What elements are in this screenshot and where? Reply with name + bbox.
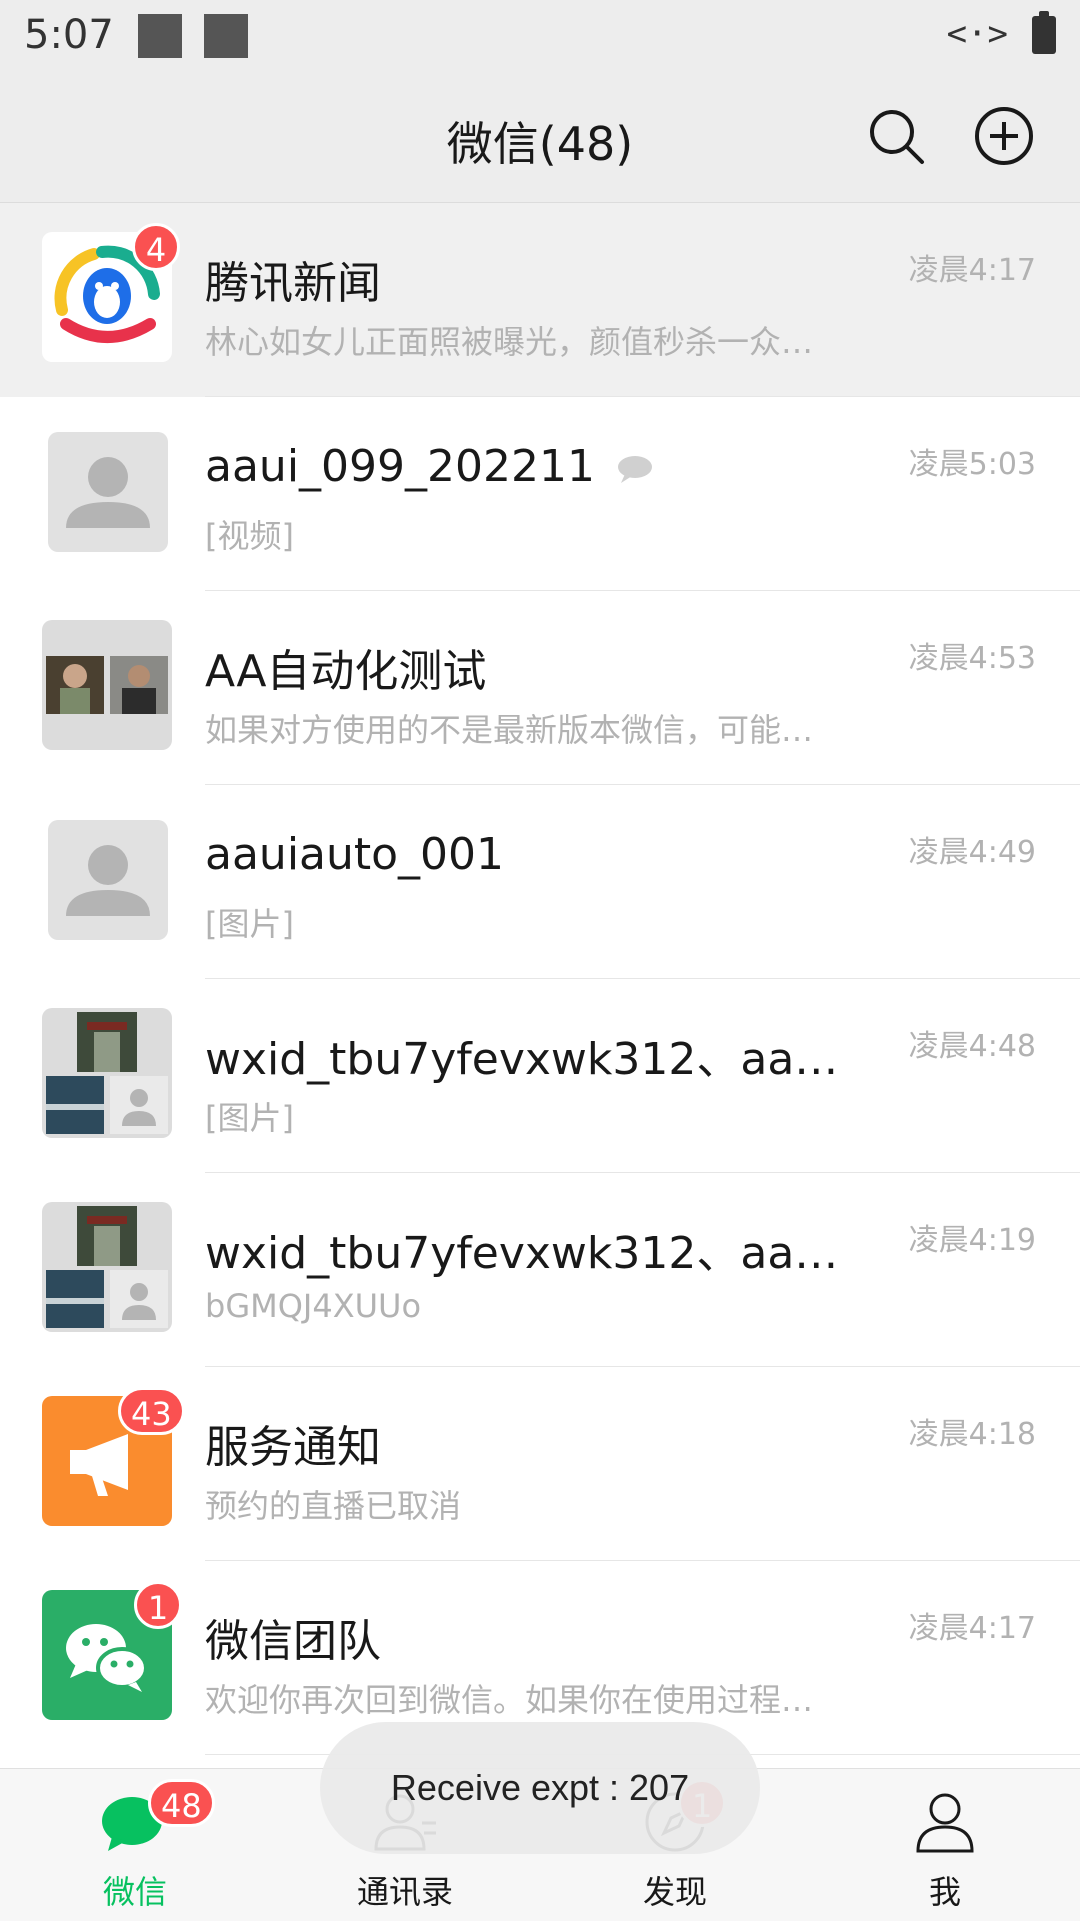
chat-preview: [视频] xyxy=(205,517,294,555)
search-icon[interactable] xyxy=(864,104,928,168)
chat-name: wxid_tbu7yfevxwk312、aauia… xyxy=(205,1228,855,1279)
chat-time: 凌晨4:48 xyxy=(908,1029,1036,1064)
chat-time: 凌晨4:53 xyxy=(908,641,1036,676)
unread-badge: 48 xyxy=(148,1779,215,1827)
chat-preview: 林心如女儿正面照被曝光，颜值秒杀一众… xyxy=(205,323,814,361)
chat-name-text: aaui_099_202211 xyxy=(205,441,595,492)
unread-badge: 43 xyxy=(118,1387,185,1435)
chat-item[interactable]: aauiauto_001 [图片] 凌晨4:49 xyxy=(0,785,1080,979)
chat-preview: 预约的直播已取消 xyxy=(205,1487,462,1525)
chat-time: 凌晨4:18 xyxy=(908,1417,1036,1452)
chat-time: 凌晨4:17 xyxy=(908,253,1036,288)
unread-badge: 1 xyxy=(134,1581,182,1629)
title-bar: 微信(48) xyxy=(0,72,1080,203)
default-avatar-icon xyxy=(48,820,168,940)
chat-preview: 如果对方使用的不是最新版本微信，可能… xyxy=(205,711,814,749)
muted-chat-icon xyxy=(617,456,652,483)
network-icon: <·> xyxy=(946,14,1008,54)
chat-name: AA自动化测试 xyxy=(205,646,487,697)
chat-time: 凌晨4:49 xyxy=(908,835,1036,870)
status-bar: 5:07 <·> xyxy=(0,0,1080,72)
group-avatar xyxy=(42,1008,172,1138)
chat-time: 凌晨5:03 xyxy=(908,447,1036,482)
chat-preview: [图片] xyxy=(205,1099,294,1137)
chat-time: 凌晨4:19 xyxy=(908,1223,1036,1258)
chat-item[interactable]: wxid_tbu7yfevxwk312、aauia… [图片] 凌晨4:48 xyxy=(0,979,1080,1173)
chat-item[interactable]: aaui_099_202211 [视频] 凌晨5:03 xyxy=(0,397,1080,591)
unread-badge: 4 xyxy=(132,223,180,271)
tab-label: 通讯录 xyxy=(356,1873,453,1911)
person-icon xyxy=(916,1793,974,1853)
chat-name: aauiauto_001 xyxy=(205,829,505,880)
chat-time: 凌晨4:17 xyxy=(908,1611,1036,1646)
chat-preview: [图片] xyxy=(205,905,294,943)
chat-item[interactable]: 43 服务通知 预约的直播已取消 凌晨4:18 xyxy=(0,1367,1080,1561)
plus-circle-icon[interactable] xyxy=(972,104,1036,168)
chat-name: 腾讯新闻 xyxy=(205,258,381,309)
chat-item[interactable]: 4 腾讯新闻 林心如女儿正面照被曝光，颜值秒杀一众… 凌晨4:17 xyxy=(0,203,1080,397)
group-avatar xyxy=(42,620,172,750)
chat-name: 服务通知 xyxy=(205,1422,381,1473)
tab-label: 微信 xyxy=(102,1873,167,1911)
tab-chats[interactable]: 48 微信 xyxy=(0,1769,270,1921)
chat-item[interactable]: wxid_tbu7yfevxwk312、aauia… bGMQJ4XUUo 凌晨… xyxy=(0,1173,1080,1367)
chat-name: aaui_099_202211 xyxy=(205,441,655,492)
chat-item[interactable]: AA自动化测试 如果对方使用的不是最新版本微信，可能… 凌晨4:53 xyxy=(0,591,1080,785)
chat-list: 4 腾讯新闻 林心如女儿正面照被曝光，颜值秒杀一众… 凌晨4:17 aaui_0… xyxy=(0,203,1080,1755)
tab-label: 发现 xyxy=(642,1873,707,1911)
chat-name: wxid_tbu7yfevxwk312、aauia… xyxy=(205,1034,855,1085)
toast-message: Receive expt : 207 xyxy=(320,1722,760,1854)
chat-name: 微信团队 xyxy=(205,1616,381,1667)
notification-icon xyxy=(204,14,248,58)
chat-preview: bGMQJ4XUUo xyxy=(205,1287,422,1325)
status-time: 5:07 xyxy=(24,12,114,58)
chat-preview: 欢迎你再次回到微信。如果你在使用过程… xyxy=(205,1681,814,1719)
tab-label: 我 xyxy=(928,1873,961,1911)
tab-me[interactable]: 我 xyxy=(810,1769,1080,1921)
notification-icon xyxy=(138,14,182,58)
battery-icon xyxy=(1032,11,1056,54)
default-avatar-icon xyxy=(48,432,168,552)
group-avatar xyxy=(42,1202,172,1332)
